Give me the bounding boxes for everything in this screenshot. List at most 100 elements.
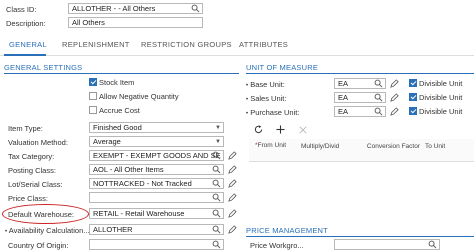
- purchase-unit-label: • Purchase Unit:: [246, 108, 300, 117]
- default-warehouse-value: RETAIL - Retail Warehouse: [93, 209, 185, 218]
- base-unit-text: Base Unit:: [250, 80, 285, 89]
- allow-negative-checkbox[interactable]: [89, 92, 97, 100]
- posting-class-label: Posting Class:: [8, 166, 56, 175]
- pencil-icon[interactable]: [228, 225, 237, 234]
- class-id-value: ALLOTHER - - All Others: [72, 4, 156, 13]
- price-class-field[interactable]: [89, 192, 224, 203]
- add-icon[interactable]: [276, 125, 285, 134]
- purchase-unit-field[interactable]: EA: [334, 106, 386, 117]
- col-multiply-divide[interactable]: Multiply/Divid: [301, 143, 359, 151]
- allow-negative-label: Allow Negative Quantity: [99, 92, 179, 101]
- unit-of-measure-rule: [246, 73, 474, 74]
- posting-class-value: AOL - All Other Items: [93, 165, 164, 174]
- tab-general[interactable]: GENERAL: [9, 40, 47, 49]
- pencil-icon[interactable]: [228, 151, 237, 160]
- sales-unit-text: Sales Unit:: [250, 94, 287, 103]
- pencil-icon[interactable]: [228, 165, 237, 174]
- country-of-origin-label: Country Of Origin:: [8, 241, 69, 250]
- stock-item-checkbox[interactable]: [89, 78, 97, 86]
- tab-restriction-groups[interactable]: RESTRICTION GROUPS: [141, 40, 232, 49]
- tab-replenishment[interactable]: REPLENISHMENT: [62, 40, 130, 49]
- purchase-divisible-checkbox[interactable]: [409, 107, 417, 115]
- valuation-method-select[interactable]: Average ▼: [89, 136, 224, 147]
- chevron-down-icon: ▼: [215, 139, 221, 145]
- posting-class-field[interactable]: AOL - All Other Items: [89, 164, 224, 175]
- availability-calculation-text: Availability Calculation...: [8, 226, 90, 235]
- price-workgroup-label: Price Workgro...: [250, 241, 304, 250]
- price-class-label: Price Class:: [8, 194, 49, 203]
- col-from-unit-text: From Unit: [257, 142, 287, 149]
- tab-attributes[interactable]: ATTRIBUTES: [239, 40, 288, 49]
- default-warehouse-field[interactable]: RETAIL - Retail Warehouse: [89, 208, 224, 219]
- base-divisible-label: Divisible Unit: [419, 79, 463, 88]
- search-icon[interactable]: [212, 209, 221, 218]
- class-id-field[interactable]: ALLOTHER - - All Others: [68, 3, 203, 14]
- search-icon[interactable]: [191, 4, 200, 13]
- item-type-label: Item Type:: [8, 124, 43, 133]
- general-settings-rule: [4, 73, 239, 74]
- col-from-unit[interactable]: *From Unit: [255, 142, 297, 150]
- valuation-method-label: Valuation Method:: [8, 138, 68, 147]
- search-icon[interactable]: [212, 165, 221, 174]
- pencil-icon[interactable]: [228, 193, 237, 202]
- sales-divisible-checkbox[interactable]: [409, 93, 417, 101]
- unit-of-measure-title: UNIT OF MEASURE: [246, 63, 319, 72]
- tab-divider: [0, 55, 474, 56]
- search-icon[interactable]: [428, 240, 437, 249]
- purchase-unit-text: Purchase Unit:: [250, 108, 300, 117]
- active-tab-indicator: [4, 54, 46, 56]
- col-conversion-factor[interactable]: Conversion Factor: [366, 143, 420, 151]
- search-icon[interactable]: [212, 193, 221, 202]
- sales-unit-field[interactable]: EA: [334, 92, 386, 103]
- price-management-rule: [246, 236, 474, 237]
- class-id-label: Class ID:: [6, 5, 37, 14]
- sales-divisible-label: Divisible Unit: [419, 93, 463, 102]
- purchase-unit-value: EA: [338, 107, 349, 116]
- availability-calculation-label: • Availability Calculation...: [5, 226, 90, 235]
- description-label: Description:: [6, 19, 46, 28]
- pencil-icon[interactable]: [390, 93, 399, 102]
- tax-category-label: Tax Category:: [8, 152, 55, 161]
- lot-serial-class-field[interactable]: NOTTRACKED - Not Tracked: [89, 178, 224, 189]
- base-unit-value: EA: [338, 79, 349, 88]
- pencil-icon[interactable]: [390, 107, 399, 116]
- refresh-icon[interactable]: [254, 125, 263, 134]
- stock-item-label: Stock Item: [99, 78, 135, 87]
- price-management-title: PRICE MANAGEMENT: [246, 226, 328, 235]
- col-to-unit[interactable]: To Unit: [425, 143, 465, 151]
- valuation-method-value: Average: [93, 137, 121, 146]
- search-icon[interactable]: [374, 79, 383, 88]
- country-of-origin-field[interactable]: [89, 239, 224, 250]
- chevron-down-icon: ▼: [215, 125, 221, 131]
- general-settings-title: GENERAL SETTINGS: [4, 63, 83, 72]
- lot-serial-class-label: Lot/Serial Class:: [8, 180, 63, 189]
- description-value: All Others: [72, 18, 105, 27]
- item-type-select[interactable]: Finished Good ▼: [89, 122, 224, 133]
- pencil-icon[interactable]: [390, 79, 399, 88]
- search-icon[interactable]: [374, 107, 383, 116]
- delete-icon[interactable]: [299, 126, 307, 134]
- availability-calculation-value: ALLOTHER: [93, 225, 133, 234]
- price-workgroup-field[interactable]: [334, 239, 440, 250]
- purchase-divisible-label: Divisible Unit: [419, 107, 463, 116]
- search-icon[interactable]: [374, 93, 383, 102]
- pencil-icon[interactable]: [228, 179, 237, 188]
- accrue-cost-checkbox[interactable]: [89, 106, 97, 114]
- lot-serial-class-value: NOTTRACKED - Not Tracked: [93, 179, 192, 188]
- item-type-value: Finished Good: [93, 123, 142, 132]
- tax-category-value: EXEMPT - EXEMPT GOODS AND SE: [93, 151, 221, 160]
- description-field[interactable]: All Others: [68, 17, 203, 28]
- search-icon[interactable]: [212, 225, 221, 234]
- search-icon[interactable]: [212, 151, 221, 160]
- availability-calculation-field[interactable]: ALLOTHER: [89, 224, 224, 235]
- tax-category-field[interactable]: EXEMPT - EXEMPT GOODS AND SE: [89, 150, 224, 161]
- search-icon[interactable]: [212, 240, 221, 249]
- base-unit-field[interactable]: EA: [334, 78, 386, 89]
- base-unit-label: • Base Unit:: [246, 80, 285, 89]
- search-icon[interactable]: [212, 179, 221, 188]
- base-divisible-checkbox[interactable]: [409, 79, 417, 87]
- pencil-icon[interactable]: [228, 209, 237, 218]
- accrue-cost-label: Accrue Cost: [99, 106, 140, 115]
- sales-unit-label: • Sales Unit:: [246, 94, 287, 103]
- default-warehouse-label: Default Warehouse:: [8, 210, 75, 219]
